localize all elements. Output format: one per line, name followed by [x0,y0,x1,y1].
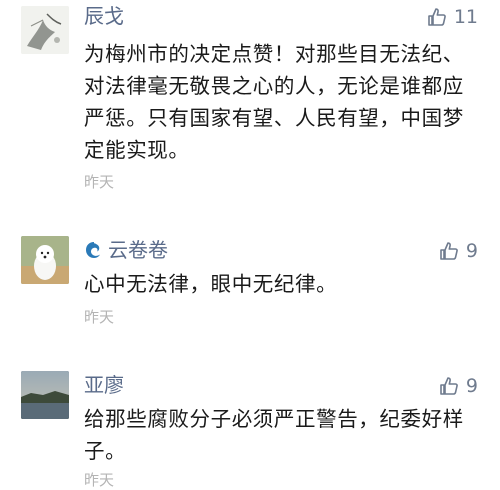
like-button[interactable]: 9 [439,239,478,263]
thumbs-up-icon [440,377,458,395]
comment-time: 昨天 [84,471,115,489]
avatar[interactable] [21,236,69,284]
ink-painting-avatar-icon [21,6,69,54]
comment-time: 昨天 [84,308,115,326]
comment-item: 云卷卷 9 心中无法律，眼中无纪律。 昨天 [0,230,500,340]
comment-text: 心中无法律，眼中无纪律。 [84,272,338,296]
like-count: 9 [465,375,478,397]
like-button[interactable]: 9 [439,374,478,398]
comment-text: 给那些腐败分子必须严正警告，纪委好样子。 [84,407,464,463]
thumbs-up-icon [440,242,458,260]
dog-photo-avatar-icon [21,236,69,284]
like-button[interactable]: 11 [427,5,478,29]
like-count: 11 [453,6,478,28]
weibo-badge-icon [86,242,100,258]
username[interactable]: 云卷卷 [84,238,168,262]
username[interactable]: 亚廖 [84,373,124,397]
avatar[interactable] [21,6,69,54]
comment-text: 为梅州市的决定点赞！对那些目无法纪、对法律毫无敬畏之心的人，无论是谁都应严惩。只… [84,42,464,162]
avatar[interactable] [21,371,69,419]
username-text[interactable]: 云卷卷 [108,238,168,262]
comment-time: 昨天 [84,173,115,191]
like-count: 9 [465,240,478,262]
username[interactable]: 辰戈 [84,4,124,28]
thumbs-up-icon [428,8,446,26]
comment-item: 辰戈 11 为梅州市的决定点赞！对那些目无法纪、对法律毫无敬畏之心的人，无论是谁… [0,0,500,200]
landscape-photo-avatar-icon [21,371,69,419]
comment-item: 亚廖 9 给那些腐败分子必须严正警告，纪委好样子。 昨天 [0,365,500,490]
